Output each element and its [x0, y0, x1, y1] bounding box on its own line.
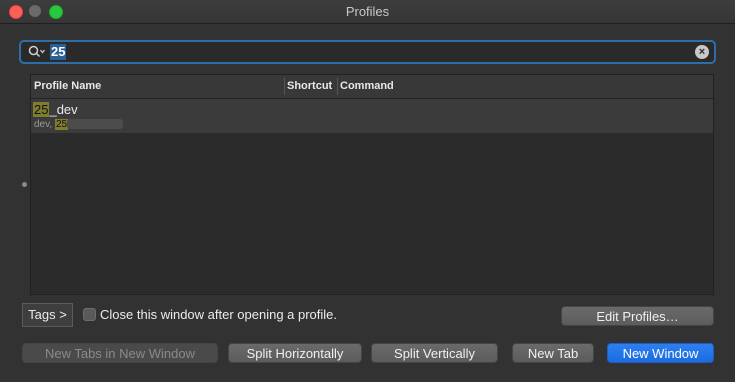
- title-bar: Profiles: [0, 0, 735, 24]
- split-vertically-button[interactable]: Split Vertically: [371, 343, 498, 363]
- close-after-open-checkbox[interactable]: [83, 308, 96, 321]
- column-header-profile-name[interactable]: Profile Name: [34, 80, 101, 92]
- new-tab-button[interactable]: New Tab: [512, 343, 594, 363]
- window-title: Profiles: [345, 4, 390, 19]
- new-window-button[interactable]: New Window: [607, 343, 714, 363]
- profile-name: 25_dev: [33, 102, 78, 117]
- column-divider[interactable]: [337, 78, 338, 95]
- tags-prefix: dev,: [34, 119, 55, 130]
- profiles-window: Profiles 25 × Profile Name Shortcut Comm…: [0, 0, 735, 382]
- search-input[interactable]: 25: [50, 44, 67, 60]
- name-rest: _dev: [49, 102, 78, 117]
- column-header-shortcut[interactable]: Shortcut: [287, 80, 332, 92]
- table-row[interactable]: 25_dev dev, 25: [31, 99, 713, 133]
- column-divider[interactable]: [284, 78, 285, 95]
- profile-tags: dev, 25: [34, 119, 124, 130]
- search-field[interactable]: 25 ×: [19, 40, 716, 64]
- edit-profiles-button[interactable]: Edit Profiles…: [561, 306, 714, 326]
- clear-search-icon[interactable]: ×: [695, 45, 709, 59]
- resize-handle[interactable]: [22, 182, 27, 187]
- tags-toggle-button[interactable]: Tags >: [22, 303, 73, 327]
- new-tabs-in-new-window-button[interactable]: New Tabs in New Window: [22, 343, 218, 363]
- search-icon[interactable]: [28, 45, 46, 59]
- column-header-command[interactable]: Command: [340, 80, 394, 92]
- name-match-highlight: 25: [33, 102, 50, 117]
- close-after-open-label[interactable]: Close this window after opening a profil…: [100, 307, 337, 322]
- split-horizontally-button[interactable]: Split Horizontally: [228, 343, 362, 363]
- profiles-table: Profile Name Shortcut Command 25_dev dev…: [30, 74, 714, 295]
- table-header: Profile Name Shortcut Command: [31, 75, 713, 99]
- redacted-tag: [67, 119, 124, 130]
